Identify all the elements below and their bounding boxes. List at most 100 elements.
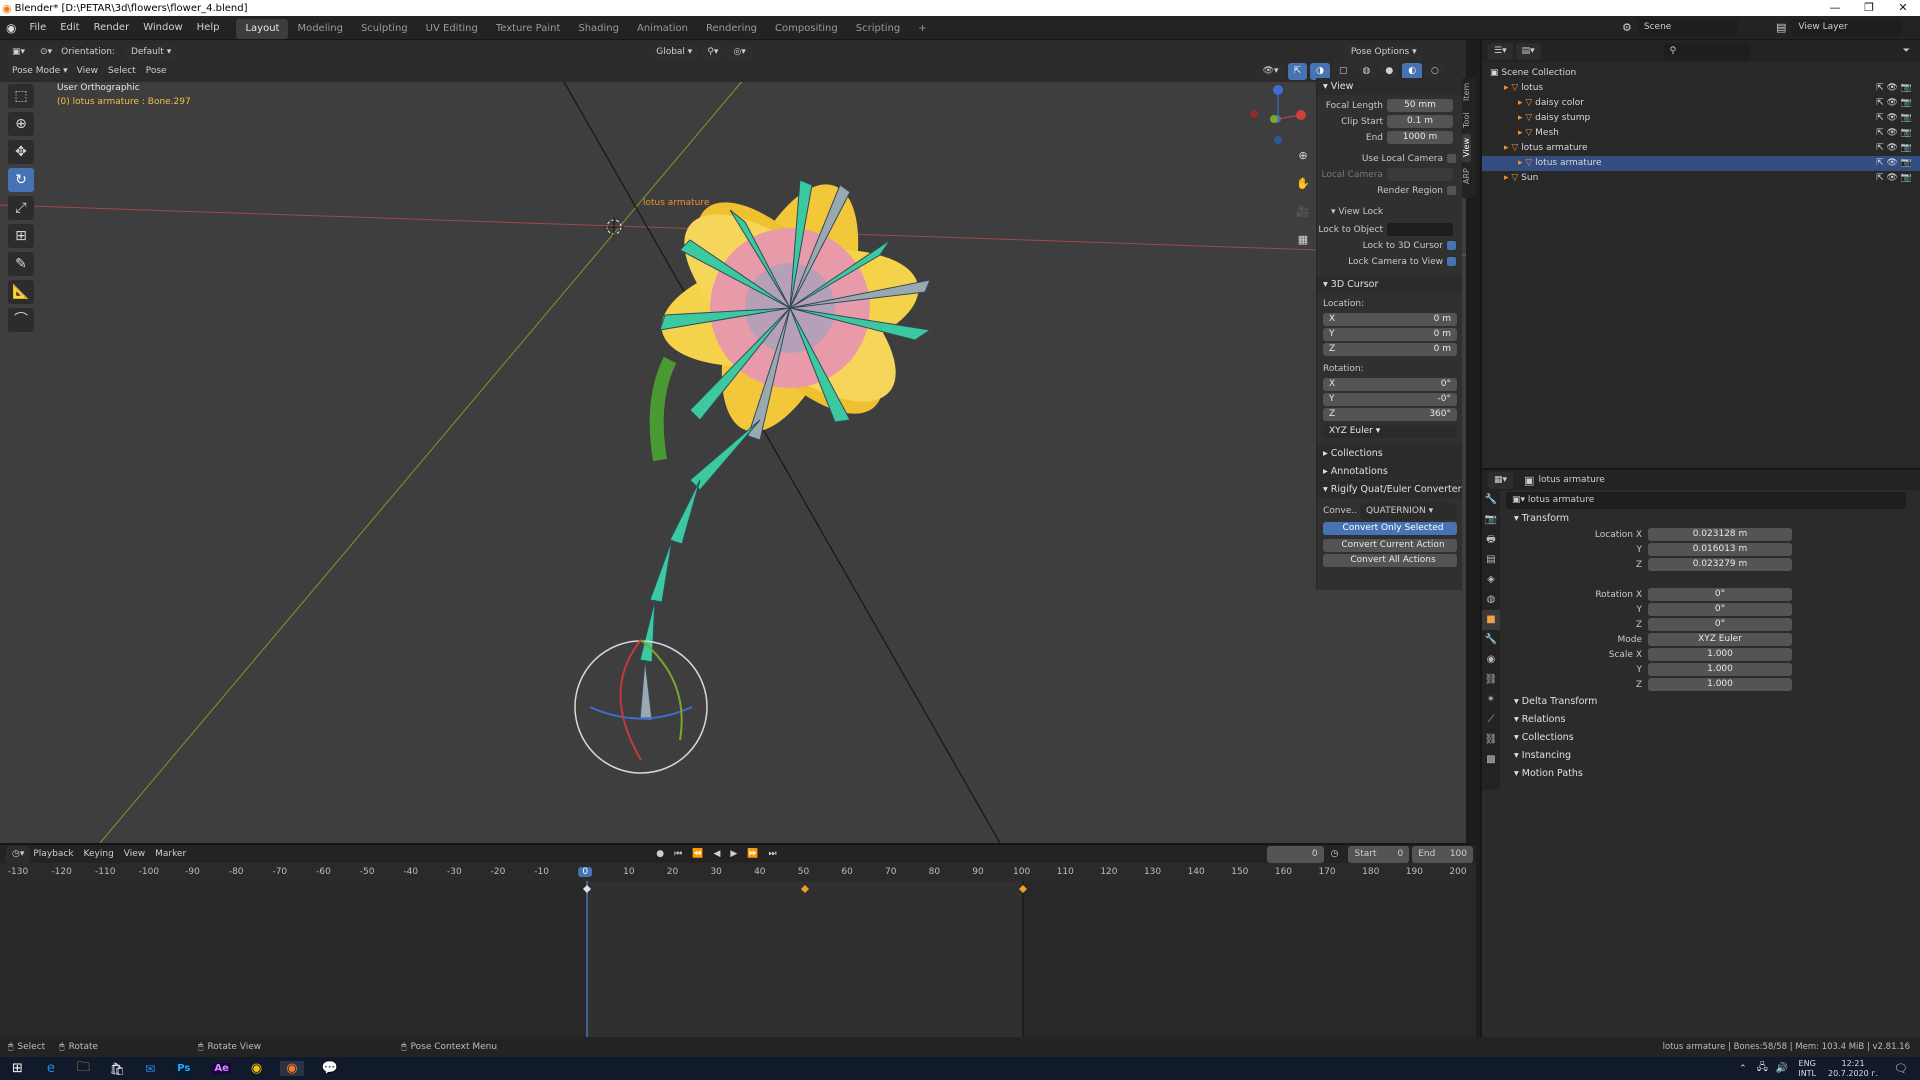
lock-camera-checkbox[interactable] bbox=[1447, 257, 1456, 266]
constraints-tab-icon[interactable]: ⛓ bbox=[1482, 670, 1500, 690]
notifications-icon[interactable]: 🗨 bbox=[1894, 1062, 1908, 1075]
file-explorer-icon[interactable]: 🗀 bbox=[77, 1058, 90, 1080]
lock-to-cursor-checkbox[interactable] bbox=[1447, 241, 1456, 250]
shading-wire-icon[interactable]: ◍ bbox=[1356, 62, 1377, 80]
scale-x-field[interactable]: 1.000 bbox=[1648, 648, 1792, 661]
armature-data-tab-icon[interactable]: ✴ bbox=[1482, 690, 1500, 710]
outliner-item[interactable]: ▸ ▽ daisy color ⇱ 👁 📷 bbox=[1482, 96, 1920, 111]
volume-icon[interactable]: 🔊 bbox=[1776, 1063, 1788, 1074]
rot-x-field[interactable]: 0° bbox=[1648, 588, 1792, 601]
scale-tool-icon[interactable]: ⤢ bbox=[8, 196, 34, 220]
properties-editor-icon[interactable]: ▦▾ bbox=[1488, 471, 1514, 489]
network-icon[interactable]: 🖧 bbox=[1757, 1060, 1768, 1077]
camera-view-icon[interactable]: 🎥 bbox=[1290, 200, 1316, 224]
gizmo-icon[interactable]: ⇱ bbox=[1287, 62, 1308, 80]
display-mode-icon[interactable]: ▤▾ bbox=[1515, 42, 1541, 60]
output-tab-icon[interactable]: 🖶 bbox=[1482, 530, 1500, 550]
cursor-rot-y-field[interactable]: Y -0° bbox=[1323, 393, 1457, 406]
cursor-rot-z-field[interactable]: Z 360° bbox=[1323, 408, 1457, 421]
convert-selected-button[interactable]: Convert Only Selected bbox=[1323, 522, 1457, 535]
menu-select[interactable]: Select bbox=[108, 66, 136, 76]
tab-modeling[interactable]: Modeling bbox=[288, 19, 352, 39]
outliner-item[interactable]: ▸ ▽ lotus ⇱ 👁 📷 bbox=[1482, 81, 1920, 96]
render-tab-icon[interactable]: 📷 bbox=[1482, 510, 1500, 530]
clip-start-field[interactable]: 0.1 m bbox=[1387, 115, 1453, 128]
cursor-tool-icon[interactable]: ⊕ bbox=[8, 112, 34, 136]
bone-constraints-tab-icon[interactable]: ⛓ bbox=[1482, 730, 1500, 750]
visibility-icon[interactable]: 👁▾ bbox=[1256, 62, 1285, 80]
tab-view[interactable]: View bbox=[1462, 134, 1471, 162]
play-button[interactable]: ▶ bbox=[730, 849, 737, 859]
menu-playback[interactable]: Playback bbox=[33, 849, 73, 859]
menu-timeline-view[interactable]: View bbox=[124, 849, 145, 859]
clock-icon[interactable]: ◷ bbox=[1331, 849, 1339, 859]
timeline-ruler[interactable]: -130 -120 -110 -100 -90 -80 -70 -60 -50 -40 -30 -20… bbox=[0, 863, 1476, 881]
rot-y-field[interactable]: 0° bbox=[1648, 603, 1792, 616]
cursor-section-header[interactable]: ▾ 3D Cursor bbox=[1317, 276, 1462, 293]
blender-menu-icon[interactable]: ◉ bbox=[0, 21, 22, 35]
shading-solid-icon[interactable]: ● bbox=[1379, 62, 1400, 80]
menu-help[interactable]: Help bbox=[190, 16, 227, 40]
bone-tab-icon[interactable]: ⟋ bbox=[1482, 710, 1500, 730]
use-local-camera-checkbox[interactable] bbox=[1447, 154, 1456, 163]
delta-transform-header[interactable]: ▾ Delta Transform bbox=[1506, 693, 1920, 711]
record-button[interactable]: ● bbox=[656, 849, 664, 859]
outliner-editor-icon[interactable]: ☰▾ bbox=[1488, 42, 1513, 60]
visibility-toggle-icon[interactable]: ⇱ 👁 📷 bbox=[1876, 171, 1912, 186]
scene-selector[interactable]: ⚙ Scene bbox=[1622, 19, 1741, 36]
rotate-tool-icon[interactable]: ↻ bbox=[8, 168, 34, 192]
current-frame-field[interactable]: 0 bbox=[1266, 845, 1324, 863]
menu-edit[interactable]: Edit bbox=[53, 16, 86, 40]
add-workspace-button[interactable]: + bbox=[909, 19, 935, 39]
blender-taskbar-icon[interactable]: ◉ bbox=[280, 1061, 304, 1076]
orientation-dropdown[interactable]: Default ▾ bbox=[124, 43, 178, 61]
tab-texture-paint[interactable]: Texture Paint bbox=[487, 19, 570, 39]
pose-breakdowner-icon[interactable]: ⌒ bbox=[8, 308, 34, 332]
edge-browser-icon[interactable]: e bbox=[47, 1061, 55, 1076]
start-frame-field[interactable]: Start 0 bbox=[1348, 845, 1410, 863]
texture-tab-icon[interactable]: ▩ bbox=[1482, 750, 1500, 770]
menu-render[interactable]: Render bbox=[87, 16, 137, 40]
view-layer-tab-icon[interactable]: ▤ bbox=[1482, 550, 1500, 570]
lock-to-object-field[interactable] bbox=[1387, 223, 1453, 236]
instancing-section-header[interactable]: ▾ Instancing bbox=[1506, 747, 1920, 765]
outliner-item[interactable]: ▸ ▽ lotus armature ⇱ 👁 📷 bbox=[1482, 156, 1920, 171]
scale-y-field[interactable]: 1.000 bbox=[1648, 663, 1792, 676]
motion-paths-section-header[interactable]: ▾ Motion Paths bbox=[1506, 765, 1920, 783]
next-key-button[interactable]: ⏩ bbox=[747, 849, 758, 859]
cursor-rot-x-field[interactable]: X 0° bbox=[1323, 378, 1457, 391]
rotation-mode-dropdown[interactable]: XYZ Euler ▾ bbox=[1323, 425, 1457, 438]
collections-section-header[interactable]: ▾ Collections bbox=[1506, 729, 1920, 747]
visibility-toggle-icon[interactable]: ⇱ 👁 📷 bbox=[1876, 126, 1912, 141]
transform-space-dropdown[interactable]: Global ▾ bbox=[650, 43, 699, 61]
outliner-item[interactable]: ▸ ▽ Mesh ⇱ 👁 📷 bbox=[1482, 126, 1920, 141]
overlay-icon[interactable]: ◑ bbox=[1310, 62, 1330, 80]
cursor-loc-y-field[interactable]: Y 0 m bbox=[1323, 328, 1457, 341]
scale-z-field[interactable]: 1.000 bbox=[1648, 678, 1792, 691]
chat-app-icon[interactable]: 💬 bbox=[322, 1061, 338, 1076]
ortho-grid-icon[interactable]: ▦ bbox=[1290, 228, 1316, 252]
tab-layout[interactable]: Layout bbox=[236, 18, 289, 39]
store-icon[interactable]: 🛍 bbox=[110, 1062, 125, 1076]
zoom-icon[interactable]: ⊕ bbox=[1290, 144, 1316, 168]
loc-x-field[interactable]: 0.023128 m bbox=[1648, 528, 1792, 541]
focal-length-field[interactable]: 50 mm bbox=[1387, 99, 1453, 112]
menu-file[interactable]: File bbox=[22, 16, 53, 40]
cursor-loc-z-field[interactable]: Z 0 m bbox=[1323, 343, 1457, 356]
outliner-item[interactable]: ▸ ▽ lotus armature ⇱ 👁 📷 bbox=[1482, 141, 1920, 156]
editor-type-icon[interactable]: ▣▾ bbox=[6, 43, 32, 61]
convert-mode-dropdown[interactable]: QUATERNION ▾ bbox=[1359, 503, 1456, 520]
menu-pose[interactable]: Pose bbox=[146, 66, 167, 76]
loc-y-field[interactable]: 0.016013 m bbox=[1648, 543, 1792, 556]
transform-section-header[interactable]: ▾ Transform bbox=[1506, 510, 1920, 528]
tab-rendering[interactable]: Rendering bbox=[697, 19, 766, 39]
convert-current-button[interactable]: Convert Current Action bbox=[1323, 539, 1457, 552]
view-layer-name[interactable]: View Layer bbox=[1792, 19, 1903, 36]
world-tab-icon[interactable]: ◍ bbox=[1482, 590, 1500, 610]
tab-animation[interactable]: Animation bbox=[628, 19, 697, 39]
pan-hand-icon[interactable]: ✋ bbox=[1290, 172, 1316, 196]
transform-tool-icon[interactable]: ⊞ bbox=[8, 224, 34, 248]
mail-icon[interactable]: ✉ bbox=[145, 1062, 155, 1076]
tab-compositing[interactable]: Compositing bbox=[766, 19, 847, 39]
select-box-icon[interactable]: ⬚ bbox=[8, 84, 34, 108]
